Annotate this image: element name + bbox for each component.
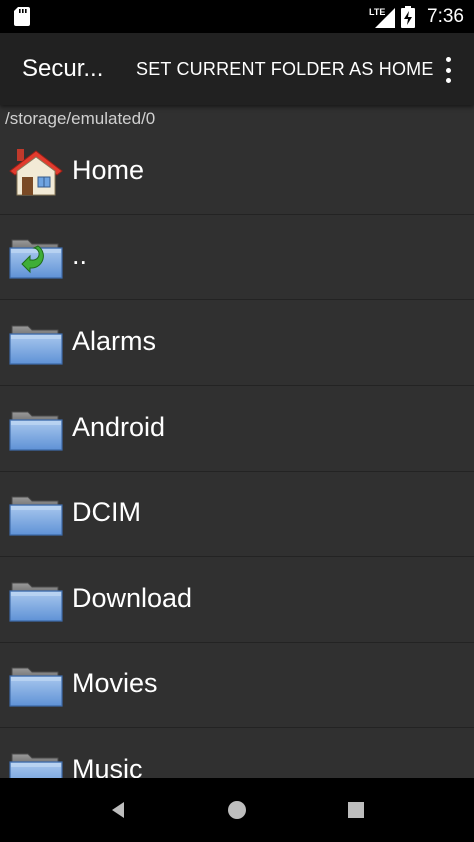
folder-icon <box>8 489 64 539</box>
folder-icon <box>8 746 64 778</box>
home-icon <box>9 149 63 196</box>
list-item-folder[interactable]: Alarms <box>0 301 474 386</box>
file-browser: /storage/emulated/0 Home .. Alarms Andro… <box>0 105 474 778</box>
folder-icon <box>8 575 64 625</box>
folder-icon <box>8 660 64 710</box>
item-label: .. <box>72 240 88 270</box>
item-label: DCIM <box>72 497 141 527</box>
app-bar: Secur... SET CURRENT FOLDER AS HOME <box>0 33 474 105</box>
status-bar: LTE 7:36 <box>0 0 474 33</box>
list-item-folder[interactable]: DCIM <box>0 472 474 557</box>
folder-up-icon <box>8 232 64 282</box>
item-label: Home <box>72 155 145 185</box>
clock: 7:36 <box>427 5 464 27</box>
item-label: Android <box>72 412 166 442</box>
list-item-folder[interactable]: Download <box>0 558 474 643</box>
current-path: /storage/emulated/0 <box>5 109 156 128</box>
set-home-button[interactable]: SET CURRENT FOLDER AS HOME <box>136 59 434 80</box>
item-label: Download <box>72 583 193 613</box>
item-label: Music <box>72 754 143 778</box>
home-circle-icon[interactable] <box>225 798 249 822</box>
battery-charging-icon <box>401 5 416 28</box>
list-item-home[interactable]: Home <box>0 130 474 215</box>
signal-icon: LTE <box>369 7 396 28</box>
list-item-parent[interactable]: .. <box>0 215 474 300</box>
item-label: Alarms <box>72 326 157 356</box>
list-item-folder[interactable]: Music <box>0 729 474 778</box>
more-vert-icon[interactable] <box>444 57 452 83</box>
network-type-label: LTE <box>369 7 385 17</box>
list-item-folder[interactable]: Android <box>0 387 474 472</box>
folder-icon <box>8 318 64 368</box>
app-title: Secur... <box>22 55 104 82</box>
navigation-bar <box>0 778 474 842</box>
recents-icon[interactable] <box>344 798 368 822</box>
item-label: Movies <box>72 668 158 698</box>
sd-card-icon <box>14 7 30 26</box>
list-item-folder[interactable]: Movies <box>0 643 474 728</box>
folder-icon <box>8 404 64 454</box>
back-icon[interactable] <box>106 798 130 822</box>
